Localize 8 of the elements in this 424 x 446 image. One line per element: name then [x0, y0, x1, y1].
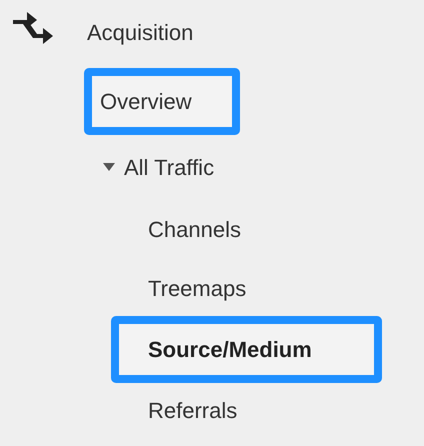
nav-item[interactable]: Channels: [148, 213, 241, 246]
nav-item[interactable]: Overview: [100, 85, 192, 118]
nav-item[interactable]: Treemaps: [148, 272, 246, 304]
section-title: Acquisition: [87, 18, 194, 47]
nav-item[interactable]: Referrals: [148, 394, 238, 426]
caret-icon: [102, 163, 116, 171]
nav-group[interactable]: All Traffic: [102, 150, 214, 184]
nav-item[interactable]: Source/Medium: [148, 333, 312, 366]
